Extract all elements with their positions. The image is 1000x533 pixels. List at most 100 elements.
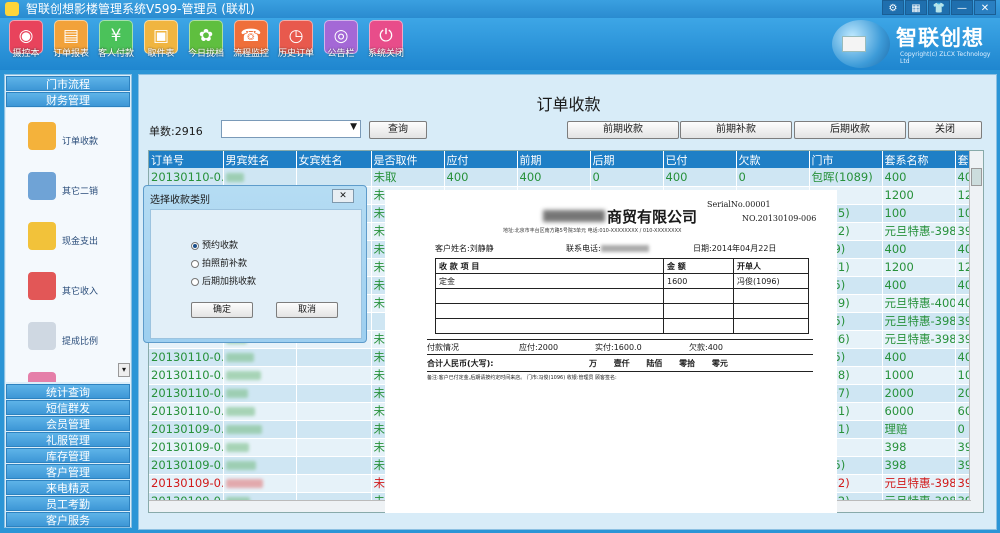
finance-item-label: 其它收入 [62, 287, 99, 297]
table-cell: 未取 [371, 168, 445, 187]
column-header[interactable]: 已付 [663, 151, 737, 168]
toolbar-button-payment[interactable]: ¥ 客人付款 [96, 20, 136, 62]
pre-supplement-button[interactable]: 前期补款 [680, 121, 792, 139]
table-row[interactable]: 20130110-0...未取40040004000包晖(1089)400400 [149, 168, 983, 187]
radio-dot [191, 277, 199, 286]
toolbar-button-notice[interactable]: ◎ 公告栏 [321, 20, 361, 62]
panel-scroll-down[interactable]: ▾ [118, 363, 130, 377]
nav-item-6[interactable]: 来电精灵 [6, 480, 130, 495]
toolbar-button-camera[interactable]: ◉ 摄控本 [6, 20, 46, 62]
radio-prepay[interactable]: 预约收款 [191, 238, 238, 251]
close-panel-button[interactable]: 关闭 [908, 121, 982, 139]
logo-copyright: Copyright(c) ZLCX Technology Ltd [900, 51, 991, 65]
redacted-name-cell [223, 438, 297, 457]
column-header[interactable]: 前期 [517, 151, 591, 168]
commission-icon [28, 322, 56, 350]
table-cell: 20130110-0... [149, 168, 224, 187]
receipt-pay-status: 付款情况 [427, 343, 459, 352]
receipt-col-item: 收 款 项 目 [435, 258, 664, 274]
receipt-due: 应付:2000 [519, 343, 559, 352]
toolbar-button-process-monitor[interactable]: ☎ 流程监控 [231, 20, 271, 62]
cancel-button[interactable]: 取消 [276, 302, 338, 318]
column-header[interactable]: 应付 [444, 151, 518, 168]
nav-store-process[interactable]: 门市流程 [6, 76, 130, 91]
scroll-thumb[interactable] [971, 168, 982, 186]
receipt-owe: 欠款:400 [689, 343, 723, 352]
table-vertical-scrollbar[interactable] [969, 151, 983, 512]
table-cell: 元旦特惠-398 [882, 312, 956, 331]
toolbar-button-pickup[interactable]: ▣ 取件表 [141, 20, 181, 62]
finance-item-other-income[interactable]: 其它收入 [28, 272, 126, 312]
column-header[interactable]: 订单号 [149, 151, 224, 168]
redacted-name-cell [223, 168, 297, 187]
skin-icon[interactable]: 👕 [928, 0, 950, 15]
resale-icon [28, 172, 56, 200]
toolbar-button-order-report[interactable]: ▤ 订单报表 [51, 20, 91, 62]
column-header[interactable]: 男宾姓名 [223, 151, 297, 168]
table-cell: 400 [882, 276, 956, 295]
finance-item-resale[interactable]: 其它二销 [28, 172, 126, 212]
pre-receipt-button[interactable]: 前期收款 [567, 121, 679, 139]
grid-icon[interactable]: ▦ [905, 0, 927, 15]
receipt-person: 冯俊(1096) [733, 273, 809, 289]
minimize-button[interactable]: — [951, 0, 973, 15]
logo-text: 智联创想 [896, 26, 984, 50]
receipt-payment-line: 付款情况 应付:2000 实付:1600.0 欠款:400 [427, 342, 812, 353]
redacted-name-cell [296, 402, 372, 421]
chevron-down-icon: ▼ [350, 122, 357, 132]
redacted-name-cell [296, 474, 372, 493]
redacted-text [225, 461, 256, 470]
nav-item-7[interactable]: 员工考勤 [6, 496, 130, 511]
nav-finance[interactable]: 财务管理 [6, 92, 130, 107]
finance-item-cash-out[interactable]: 现金支出 [28, 222, 126, 262]
receipt-serial: SerialNo.00001 [707, 200, 771, 209]
column-header[interactable]: 欠款 [736, 151, 810, 168]
receipt-items-table: 收 款 项 目 金 额 开单人 定金 1600 冯俊(1096) [435, 258, 809, 334]
post-receipt-button[interactable]: 后期收款 [794, 121, 906, 139]
ok-button[interactable]: 确定 [191, 302, 253, 318]
query-button[interactable]: 查询 [369, 121, 427, 139]
radio-pre-shoot-supplement[interactable]: 拍照前补款 [191, 256, 247, 269]
order-count: 单数:2916 [149, 125, 203, 138]
redacted-name-cell [223, 402, 297, 421]
nav-item-4[interactable]: 库存管理 [6, 448, 130, 463]
toolbar-button-label: 客人付款 [97, 49, 134, 59]
toolbar-button-label: 系统关闭 [367, 49, 404, 59]
finance-item-order-receipt[interactable]: 订单收款 [28, 122, 126, 162]
column-header[interactable]: 是否取件 [371, 151, 445, 168]
column-header[interactable]: 门市 [809, 151, 883, 168]
title-bar: 智联创想影楼管理系统V599-管理员 (联机) ⚙ ▦ 👕 — ✕ [0, 0, 1000, 18]
column-header[interactable]: 后期 [590, 151, 664, 168]
nav-item-5[interactable]: 客户管理 [6, 464, 130, 479]
radio-post-selection[interactable]: 后期加挑收款 [191, 274, 256, 287]
receipt-amount: 1600 [663, 273, 734, 289]
toolbar-button-label: 取件表 [147, 49, 175, 59]
table-cell: 20130109-0... [149, 456, 224, 475]
divider [427, 354, 813, 355]
finance-item-partial[interactable] [28, 372, 126, 382]
table-cell: 20130109-0... [149, 474, 224, 493]
finance-item-commission[interactable]: 提成比例 [28, 322, 126, 362]
redacted-text [225, 443, 249, 452]
settings-icon[interactable]: ⚙ [882, 0, 904, 15]
nav-item-8[interactable]: 客户服务 [6, 512, 130, 527]
receipt-date: 日期:2014年04月22日 [693, 244, 777, 253]
redacted-name-cell [296, 384, 372, 403]
column-header[interactable]: 套系名称 [882, 151, 956, 168]
redacted-text [225, 407, 255, 416]
nav-item-0[interactable]: 统计查询 [6, 384, 130, 399]
receipt-number: NO.20130109-006 [742, 214, 817, 223]
finance-item-label: 现金支出 [62, 237, 99, 247]
nav-item-3[interactable]: 礼服管理 [6, 432, 130, 447]
redacted-text [225, 425, 262, 434]
toolbar-button-today[interactable]: ✿ 今日拢档 [186, 20, 226, 62]
order-select[interactable]: ▼ [221, 120, 361, 138]
nav-item-2[interactable]: 会员管理 [6, 416, 130, 431]
dialog-close-icon[interactable]: ✕ [332, 189, 354, 203]
nav-item-1[interactable]: 短信群发 [6, 400, 130, 415]
logo: 智联创想 Copyright(c) ZLCX Technology Ltd [828, 18, 996, 70]
close-button[interactable]: ✕ [974, 0, 996, 15]
toolbar-button-history[interactable]: ◷ 历史订单 [276, 20, 316, 62]
toolbar-button-power[interactable]: ⏻ 系统关闭 [366, 20, 406, 62]
column-header[interactable]: 女宾姓名 [296, 151, 372, 168]
